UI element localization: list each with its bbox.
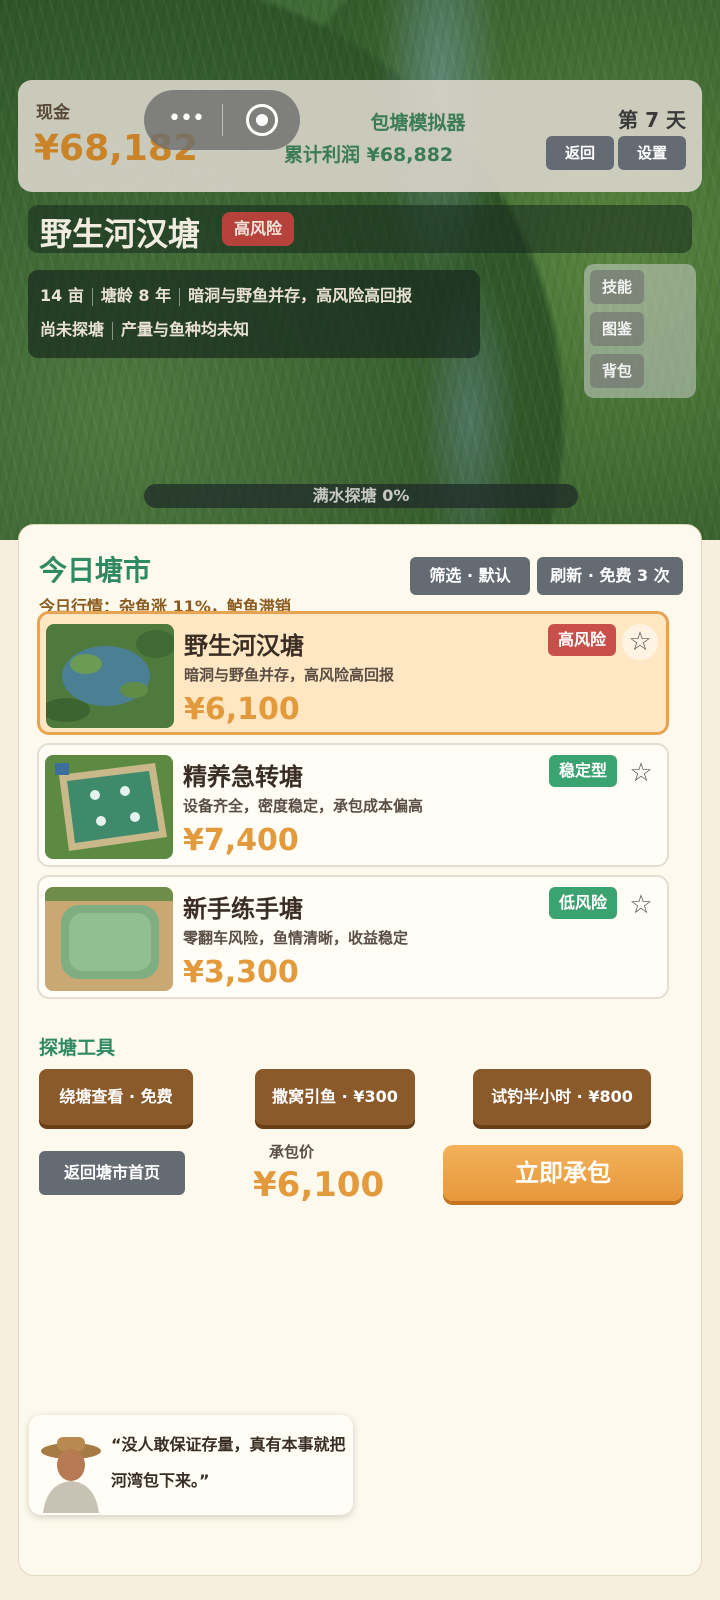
pond-card-risk-tag: 稳定型: [548, 755, 617, 787]
pond-card-wild[interactable]: 野生河汉塘 暗洞与野鱼并存，高风险高回报 ¥6,100 高风险 ☆: [37, 611, 669, 735]
tool-walk-around-button[interactable]: 绕塘查看 · 免费: [39, 1069, 193, 1125]
more-dots-icon[interactable]: •••: [166, 108, 206, 130]
explore-status: 尚未探塘: [40, 320, 105, 339]
contract-price-value: ¥6,100: [253, 1165, 385, 1205]
pond-age: 塘龄 8 年: [100, 286, 172, 305]
pond-info-line-1: 14 亩塘龄 8 年暗洞与野鱼并存，高风险高回报: [40, 282, 412, 306]
pond-info-box: 14 亩塘龄 8 年暗洞与野鱼并存，高风险高回报 尚未探塘 产量与鱼种均未知: [28, 270, 480, 358]
npc-quote-bubble: “没人敢保证存量，真有本事就把河湾包下来。”: [29, 1415, 353, 1515]
top-status-bar: 现金 ¥68,182 ••• 包塘模拟器 累计利润 ¥68,882 第 7 天 …: [18, 80, 702, 192]
refresh-button[interactable]: 刷新 · 免费 3 次: [537, 557, 683, 595]
explore-progress-bar: 满水探塘 0%: [144, 484, 578, 508]
capsule-divider: [222, 104, 223, 136]
current-pond-risk-badge: 高风险: [222, 212, 295, 246]
pond-card-beginner[interactable]: 新手练手塘 零翻车风险，鱼情清晰，收益稳定 ¥3,300 低风险 ☆: [37, 875, 669, 999]
favorite-star-icon[interactable]: ☆: [622, 624, 658, 660]
pond-card-price: ¥3,300: [183, 955, 299, 990]
filter-button[interactable]: 筛选 · 默认: [410, 557, 530, 595]
pond-card-risk-tag: 低风险: [548, 887, 617, 919]
pond-thumbnail-wild: [46, 624, 174, 728]
tool-test-fishing-button[interactable]: 试钓半小时 · ¥800: [473, 1069, 651, 1125]
market-title: 今日塘市: [39, 554, 152, 587]
tool-bait-button[interactable]: 撒窝引鱼 · ¥300: [255, 1069, 415, 1125]
pond-card-desc: 零翻车风险，鱼情清晰，收益稳定: [183, 929, 409, 947]
pond-feature: 暗洞与野鱼并存，高风险高回报: [188, 286, 413, 305]
pond-card-name: 精养急转塘: [183, 763, 303, 791]
current-pond-name: 野生河汉塘: [40, 215, 201, 253]
pond-info-line-2: 尚未探塘 产量与鱼种均未知: [40, 316, 249, 340]
market-panel: 今日塘市 今日行情：杂鱼涨 11%，鲈鱼滞销 筛选 · 默认 刷新 · 免费 3…: [18, 524, 702, 1576]
pond-thumbnail-intensive: [45, 755, 173, 859]
explore-progress-label: 满水探塘 0%: [312, 486, 410, 505]
contract-now-button[interactable]: 立即承包: [443, 1145, 683, 1201]
game-title: 包塘模拟器: [370, 112, 466, 134]
pond-card-intensive[interactable]: 精养急转塘 设备齐全，密度稳定，承包成本偏高 ¥7,400 稳定型 ☆: [37, 743, 669, 867]
back-to-market-home-button[interactable]: 返回塘市首页: [39, 1151, 185, 1195]
mini-program-capsule: •••: [144, 90, 300, 150]
pond-card-price: ¥6,100: [184, 692, 300, 727]
pond-area: 14 亩: [40, 286, 84, 305]
back-button[interactable]: 返回: [546, 136, 614, 170]
record-icon[interactable]: [246, 104, 278, 136]
favorite-star-icon[interactable]: ☆: [623, 755, 659, 791]
current-pond-header: 野生河汉塘 高风险: [28, 205, 692, 253]
settings-button[interactable]: 设置: [618, 136, 686, 170]
skills-button[interactable]: 技能: [590, 270, 644, 304]
cash-label: 现金: [36, 103, 70, 123]
yield-status: 产量与鱼种均未知: [121, 320, 250, 339]
npc-quote-text: “没人敢保证存量，真有本事就把河湾包下来。”: [111, 1435, 346, 1490]
farmer-avatar: [37, 1429, 105, 1513]
total-profit: 累计利润 ¥68,882: [284, 144, 454, 166]
tools-title: 探塘工具: [39, 1037, 116, 1059]
day-counter: 第 7 天: [618, 108, 686, 132]
pond-card-price: ¥7,400: [183, 823, 299, 858]
pond-card-name: 新手练手塘: [183, 895, 303, 923]
pond-card-risk-tag: 高风险: [547, 624, 616, 656]
codex-button[interactable]: 图鉴: [590, 312, 644, 346]
backpack-button[interactable]: 背包: [590, 354, 644, 388]
pond-thumbnail-beginner: [45, 887, 173, 991]
contract-price-label: 承包价: [269, 1143, 315, 1161]
pond-card-name: 野生河汉塘: [184, 632, 304, 660]
pond-card-desc: 设备齐全，密度稳定，承包成本偏高: [183, 797, 424, 815]
favorite-star-icon[interactable]: ☆: [623, 887, 659, 923]
side-menu: 技能 图鉴 背包: [584, 264, 696, 398]
pond-card-desc: 暗洞与野鱼并存，高风险高回报: [184, 666, 395, 684]
